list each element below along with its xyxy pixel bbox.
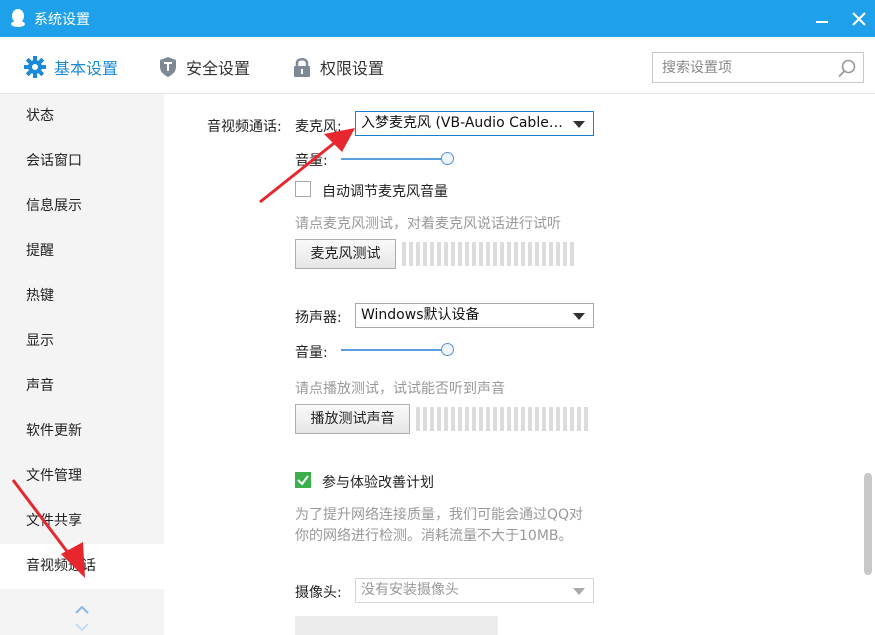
tab-label: 权限设置 bbox=[320, 59, 385, 78]
camera-label: 摄像头: bbox=[295, 585, 342, 601]
camera-device-select[interactable]: 没有安装摄像头 bbox=[355, 578, 594, 603]
search-icon[interactable] bbox=[837, 58, 857, 78]
checkmark-icon bbox=[297, 475, 309, 486]
settings-search-box bbox=[652, 52, 864, 83]
window-title: 系统设置 bbox=[34, 12, 90, 28]
mic-device-value: 入梦麦克风 (VB-Audio Cable A) bbox=[361, 115, 563, 131]
minimize-button[interactable] bbox=[808, 6, 836, 32]
av-section-label: 音视频通话: bbox=[207, 119, 282, 135]
speaker-test-hint: 请点播放测试，试试能否听到声音 bbox=[295, 381, 505, 397]
mic-test-hint: 请点麦克风测试，对着麦克风说话进行试听 bbox=[295, 216, 561, 232]
auto-adjust-mic-checkbox[interactable] bbox=[295, 181, 311, 197]
sidebar-item-chat-window[interactable]: 会话窗口 bbox=[0, 139, 164, 184]
av-call-settings-panel: 音视频通话: 麦克风: 入梦麦克风 (VB-Audio Cable A) 音量:… bbox=[164, 94, 875, 635]
play-test-sound-button[interactable]: 播放测试声音 bbox=[295, 404, 410, 434]
tab-permission-settings[interactable]: 权限设置 bbox=[292, 53, 384, 81]
improvement-program-label: 参与体验改善计划 bbox=[322, 475, 434, 491]
sidebar-item-file-sharing[interactable]: 文件共享 bbox=[0, 499, 164, 544]
search-input[interactable] bbox=[653, 53, 831, 82]
close-button[interactable] bbox=[845, 6, 873, 32]
tab-security-settings[interactable]: 安全设置 bbox=[158, 53, 250, 81]
dropdown-arrow-icon bbox=[573, 588, 585, 595]
tab-basic-settings[interactable]: 基本设置 bbox=[24, 53, 118, 81]
mic-device-select[interactable]: 入梦麦克风 (VB-Audio Cable A) bbox=[355, 111, 594, 136]
chevron-up-down-icon[interactable] bbox=[74, 602, 90, 632]
improvement-desc-line2: 你的网络进行检测。消耗流量不大于10MB。 bbox=[295, 528, 573, 544]
slider-thumb[interactable] bbox=[441, 343, 454, 356]
mic-test-button[interactable]: 麦克风测试 bbox=[295, 239, 396, 269]
slider-thumb[interactable] bbox=[441, 152, 454, 165]
gear-icon bbox=[24, 56, 46, 78]
sidebar-item-hotkeys[interactable]: 热键 bbox=[0, 274, 164, 319]
camera-device-value: 没有安装摄像头 bbox=[361, 582, 459, 598]
speaker-device-value: Windows默认设备 bbox=[361, 307, 480, 323]
sidebar-item-software-update[interactable]: 软件更新 bbox=[0, 409, 164, 454]
mic-volume-slider[interactable] bbox=[341, 152, 455, 166]
settings-sidebar: 状态 会话窗口 信息展示 提醒 热键 显示 声音 软件更新 文件管理 文件共享 … bbox=[0, 94, 164, 635]
qq-penguin-icon bbox=[11, 9, 25, 27]
camera-preview bbox=[295, 616, 498, 635]
speaker-label: 扬声器: bbox=[295, 310, 342, 326]
dropdown-arrow-icon bbox=[573, 313, 585, 320]
improvement-desc-line1: 为了提升网络连接质量，我们可能会通过QQ对 bbox=[295, 507, 584, 523]
mic-level-meter bbox=[402, 242, 574, 266]
speaker-level-meter bbox=[416, 407, 588, 431]
settings-tab-bar: 基本设置 安全设置 权限设置 bbox=[0, 37, 875, 94]
slider-track bbox=[341, 158, 441, 160]
sidebar-item-info-display[interactable]: 信息展示 bbox=[0, 184, 164, 229]
slider-track bbox=[341, 349, 441, 351]
sidebar-item-reminders[interactable]: 提醒 bbox=[0, 229, 164, 274]
mic-label: 麦克风: bbox=[295, 119, 342, 135]
dropdown-arrow-icon bbox=[573, 121, 585, 128]
content-scrollbar[interactable] bbox=[864, 473, 872, 575]
sidebar-item-av-call[interactable]: 音视频通话 bbox=[0, 544, 164, 589]
improvement-program-checkbox[interactable] bbox=[295, 472, 311, 488]
speaker-device-select[interactable]: Windows默认设备 bbox=[355, 303, 594, 328]
sidebar-item-status[interactable]: 状态 bbox=[0, 94, 164, 139]
speaker-volume-label: 音量: bbox=[295, 345, 328, 361]
auto-adjust-mic-label: 自动调节麦克风音量 bbox=[322, 184, 448, 200]
title-bar: 系统设置 bbox=[0, 0, 875, 37]
shield-icon bbox=[160, 57, 176, 77]
sidebar-item-sound[interactable]: 声音 bbox=[0, 364, 164, 409]
tab-label: 基本设置 bbox=[54, 59, 119, 78]
mic-volume-label: 音量: bbox=[295, 153, 328, 169]
tab-label: 安全设置 bbox=[186, 59, 251, 78]
sidebar-item-display[interactable]: 显示 bbox=[0, 319, 164, 364]
sidebar-item-file-management[interactable]: 文件管理 bbox=[0, 454, 164, 499]
speaker-volume-slider[interactable] bbox=[341, 343, 455, 357]
lock-icon bbox=[294, 58, 310, 77]
